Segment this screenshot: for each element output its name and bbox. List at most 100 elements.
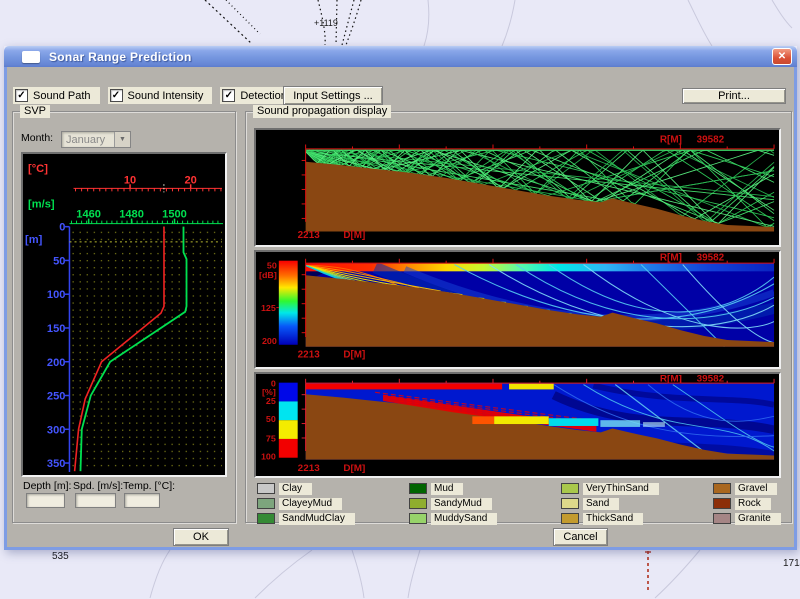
month-label: Month: (21, 132, 53, 144)
depth-axis-label: D[M] (343, 349, 365, 360)
month-value: January (62, 134, 114, 146)
ok-button[interactable]: OK (173, 528, 229, 546)
legend-item-granite: Granite (713, 513, 781, 525)
range-axis-label: R[M] (660, 374, 682, 385)
legend-item-sandymud: SandyMud (409, 498, 561, 510)
sound-intensity-plot: 50[dB]125200R[M]395822213D[M] (256, 252, 779, 367)
legend-swatch (561, 498, 579, 509)
depth-value: 2213 (298, 349, 321, 360)
temp-input[interactable] (124, 493, 160, 508)
legend-swatch (561, 483, 579, 494)
legend-swatch (409, 498, 427, 509)
depth-input[interactable] (26, 493, 65, 508)
colorbar-min: 50 (267, 261, 277, 271)
probability-colorbar-segment (279, 439, 298, 458)
probability-colorbar-segment (279, 420, 298, 439)
range-axis-label: R[M] (660, 135, 682, 146)
svp-groupbox: SVP Month: January ▼ [°C]1020[m/s]146014… (12, 111, 236, 523)
close-button[interactable]: ✕ (772, 48, 792, 65)
map-depth-label-left: 535 (52, 551, 69, 562)
probability-colorbar-segment (279, 383, 298, 402)
dialog-titlebar[interactable]: Sonar Range Prediction ✕ (4, 46, 797, 67)
intensity-colorbar (279, 261, 298, 345)
depth-axis-label: [m] (25, 234, 43, 246)
speed-input[interactable] (75, 493, 116, 508)
legend-swatch (561, 513, 579, 524)
svp-graph-frame: [°C]1020[m/s]146014801500[m]050100150200… (21, 152, 227, 477)
depth-tick: 50 (53, 255, 65, 267)
sound-path-display: R[M] 39582 2213 D[M] (254, 128, 781, 247)
depth-axis-label: D[M] (343, 463, 365, 474)
input-settings-button[interactable]: Input Settings ... (283, 86, 383, 105)
legend-label: MuddySand (431, 513, 497, 525)
legend-item-muddysand: MuddySand (409, 513, 561, 525)
map-elevation-marker: +1119 (314, 18, 338, 28)
colorbar-unit: [dB] (259, 270, 277, 280)
legend-label: ThickSand (583, 513, 643, 525)
dialog-title: Sonar Range Prediction (49, 50, 192, 64)
depth-tick: 150 (47, 323, 66, 335)
legend-item-sand: Sand (561, 498, 713, 510)
legend-label: Mud (431, 483, 463, 495)
temp-field-label: Temp. [°C]: (123, 480, 175, 492)
depth-value: 2213 (298, 463, 321, 474)
sediment-legend: Clay ClayeyMud SandMudClay Mud SandyMud Muddy… (257, 481, 781, 526)
month-dropdown[interactable]: January ▼ (61, 131, 131, 148)
depth-tick: 350 (47, 458, 66, 470)
legend-item-clay: Clay (257, 483, 409, 495)
legend-label: SandyMud (431, 498, 492, 510)
propagation-group-label: Sound propagation display (253, 105, 391, 118)
colorbar-tick: 100 (261, 452, 276, 462)
legend-label: Granite (735, 513, 781, 525)
print-button[interactable]: Print... (682, 88, 786, 104)
legend-swatch (257, 483, 275, 494)
checkbox-label: Sound Path (33, 90, 91, 102)
depth-axis-label: D[M] (343, 230, 365, 241)
detection-probability-plot: 0[%]255075100R[M]395822213D[M] (256, 374, 779, 476)
colorbar-max: 200 (262, 336, 277, 346)
legend-label: Rock (735, 498, 771, 510)
colorbar-mid: 125 (261, 303, 276, 313)
legend-label: SandMudClay (279, 513, 355, 525)
temp-axis-label: [°C] (28, 163, 48, 175)
checkbox-box[interactable]: ✓ (110, 89, 123, 102)
legend-label: ClayeyMud (279, 498, 342, 510)
legend-item-mud: Mud (409, 483, 561, 495)
probability-colorbar-segment (279, 401, 298, 420)
map-depth-label-right: 1714 (783, 558, 800, 569)
sound-intensity-display: 50[dB]125200R[M]395822213D[M] (254, 250, 781, 369)
legend-item-sandmudclay: SandMudClay (257, 513, 409, 525)
sonar-range-prediction-dialog: Sonar Range Prediction ✕ ✓ Sound Path ✓ Sou… (4, 46, 797, 550)
svp-graph: [°C]1020[m/s]146014801500[m]050100150200… (23, 154, 225, 475)
legend-label: Gravel (735, 483, 777, 495)
checkbox-box[interactable]: ✓ (15, 89, 28, 102)
legend-swatch (257, 513, 275, 524)
checkbox-label: Sound Intensity (128, 90, 204, 102)
colorbar-tick: 75 (266, 433, 276, 443)
checkbox-sound-path[interactable]: ✓ Sound Path (13, 87, 100, 104)
legend-swatch (713, 513, 731, 524)
dropdown-arrow-icon[interactable]: ▼ (114, 132, 130, 147)
detection-probability-display: 0[%]255075100R[M]395822213D[M] (254, 372, 781, 478)
app-icon (22, 51, 40, 63)
legend-label: VeryThinSand (583, 483, 659, 495)
range-value: 39582 (697, 135, 725, 146)
depth-tick: 100 (47, 289, 66, 301)
svp-group-label: SVP (20, 105, 50, 118)
depth-tick: 200 (47, 357, 66, 369)
colorbar-tick: 50 (266, 414, 276, 424)
depth-field-label: Depth [m]: (23, 480, 71, 492)
range-value: 39582 (697, 253, 725, 264)
depth-tick: 250 (47, 391, 66, 403)
legend-item-thicksand: ThickSand (561, 513, 713, 525)
range-value: 39582 (697, 374, 725, 385)
legend-label: Sand (583, 498, 619, 510)
depth-value: 2213 (298, 230, 321, 241)
checkbox-sound-intensity[interactable]: ✓ Sound Intensity (108, 87, 213, 104)
checkbox-box[interactable]: ✓ (222, 89, 235, 102)
cancel-button[interactable]: Cancel (553, 528, 608, 546)
speed-field-label: Spd. [m/s]: (73, 480, 123, 492)
propagation-groupbox: Sound propagation display R[M]395822213D… (245, 111, 792, 523)
legend-item-clayeymud: ClayeyMud (257, 498, 409, 510)
legend-item-rock: Rock (713, 498, 781, 510)
